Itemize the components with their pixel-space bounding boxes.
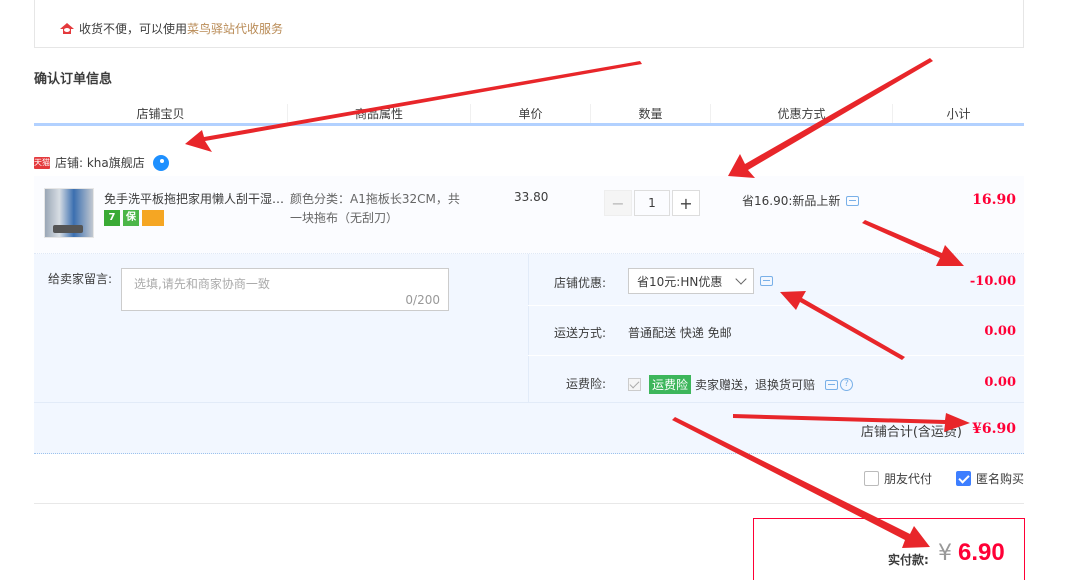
col-unit-price: 单价 (471, 104, 591, 123)
item-title[interactable]: 免手洗平板拖把家用懒人刮干湿… (104, 190, 284, 207)
insurance-row: 运费险: 运费险 卖家赠送，退换货可赔 ? 0.00 (528, 357, 1024, 407)
shop-discount-label: 店铺优惠: (553, 276, 606, 290)
insurance-tag: 运费险 (649, 375, 692, 394)
order-item: 免手洗平板拖把家用懒人刮干湿… 7 保 颜色分类：A1拖板长32CM，共一块拖布… (34, 176, 1024, 254)
actual-payment-box: 实付款: ¥ 6.90 (753, 518, 1025, 580)
shop-discount-selected: 省10元:HN优惠 (637, 274, 723, 289)
cainiao-service-link[interactable]: 菜鸟驿站代收服务 (187, 20, 283, 37)
insurance-checkbox (628, 378, 641, 391)
actual-payment-label: 实付款: (888, 553, 929, 567)
actual-payment-amount: 6.90 (958, 539, 1005, 566)
qty-input[interactable]: 1 (634, 190, 670, 216)
chevron-down-icon (735, 273, 747, 285)
shop-discount-control: 省10元:HN优惠 (628, 268, 773, 294)
shop-total-row: 店铺合计(含运费) ¥6.90 (34, 402, 1024, 454)
col-discount: 优惠方式 (711, 104, 893, 123)
credit-card-icon[interactable] (142, 210, 164, 226)
item-attributes: 颜色分类：A1拖板长32CM，共一块拖布（无刮刀） (290, 192, 460, 225)
seven-day-return-icon[interactable]: 7 (104, 210, 120, 226)
shop-total-label: 店铺合计(含运费) (860, 425, 962, 440)
friend-pay-option[interactable]: 朋友代付 (863, 470, 932, 487)
insurance-value: 运费险 卖家赠送，退换货可赔 ? (628, 375, 854, 394)
anonymous-label: 匿名购买 (975, 472, 1024, 486)
seller-memo-input[interactable]: 选填,请先和商家协商一致 0/200 (121, 268, 449, 311)
shop-row: 天猫 店铺: kha旗舰店 (34, 154, 169, 171)
memo-char-count: 0/200 (405, 293, 440, 307)
memo-label: 给卖家留言: (48, 272, 113, 286)
anonymous-checkbox[interactable] (955, 471, 971, 486)
col-shop-item: 店铺宝贝 (34, 104, 288, 123)
friend-pay-checkbox[interactable] (863, 471, 879, 486)
pickup-note: 收货不便，可以使用 菜鸟驿站代收服务 (59, 20, 283, 37)
guarantee-icon[interactable]: 保 (123, 210, 139, 226)
shipping-row: 运送方式: 普通配送 快递 免邮 0.00 (528, 306, 1024, 356)
memo-placeholder: 选填,请先和商家协商一致 (134, 277, 270, 291)
insurance-amount: 0.00 (984, 375, 1016, 390)
shop-name[interactable]: 店铺: kha旗舰店 (55, 154, 145, 171)
shipping-amount: 0.00 (984, 324, 1016, 339)
insurance-message-icon[interactable] (825, 379, 839, 390)
shop-total-amount: ¥6.90 (972, 421, 1016, 437)
qty-plus-button[interactable]: + (672, 190, 700, 216)
pickup-note-text: 收货不便，可以使用 (79, 22, 188, 36)
item-thumbnail[interactable] (44, 188, 94, 238)
item-unit-price: 33.80 (514, 190, 549, 204)
item-subtotal: 16.90 (972, 192, 1016, 208)
discount-message-icon[interactable] (760, 276, 773, 286)
order-details: 给卖家留言: 选填,请先和商家协商一致 0/200 店铺优惠: 省10元:HN优… (34, 254, 1024, 407)
col-attributes: 商品属性 (288, 104, 471, 123)
order-info-title: 确认订单信息 (34, 72, 113, 87)
insurance-text: 卖家赠送，退换货可赔 (695, 378, 816, 392)
help-icon[interactable]: ? (840, 378, 854, 391)
shipping-label: 运送方式: (553, 326, 606, 340)
insurance-label: 运费险: (565, 377, 606, 391)
item-promo: 省16.90:新品上新 (742, 192, 860, 209)
friend-pay-label: 朋友代付 (883, 472, 932, 486)
promo-message-icon[interactable] (846, 195, 860, 206)
currency-symbol: ¥ (938, 541, 952, 566)
column-header: 店铺宝贝 商品属性 单价 数量 优惠方式 小计 (34, 104, 1024, 126)
item-service-icons: 7 保 (104, 210, 164, 226)
item-promo-text: 省16.90:新品上新 (742, 194, 841, 208)
shop-discount-amount: -10.00 (969, 274, 1016, 289)
wangwang-chat-icon[interactable] (152, 154, 169, 171)
divider (34, 503, 1024, 504)
shop-discount-row: 店铺优惠: 省10元:HN优惠 -10.00 (528, 256, 1024, 306)
qty-minus-button[interactable]: − (604, 190, 632, 216)
col-subtotal: 小计 (946, 107, 971, 121)
cainiao-icon (60, 22, 74, 34)
address-panel: 收货不便，可以使用 菜鸟驿站代收服务 (34, 0, 1024, 48)
col-quantity: 数量 (591, 104, 711, 123)
shop-discount-select[interactable]: 省10元:HN优惠 (628, 268, 754, 294)
shipping-value: 普通配送 快递 免邮 (628, 326, 732, 340)
tmall-icon: 天猫 (34, 156, 50, 169)
anonymous-option[interactable]: 匿名购买 (955, 470, 1024, 487)
quantity-stepper: − 1 + (604, 190, 700, 216)
payment-options: 朋友代付 匿名购买 (840, 470, 1024, 487)
